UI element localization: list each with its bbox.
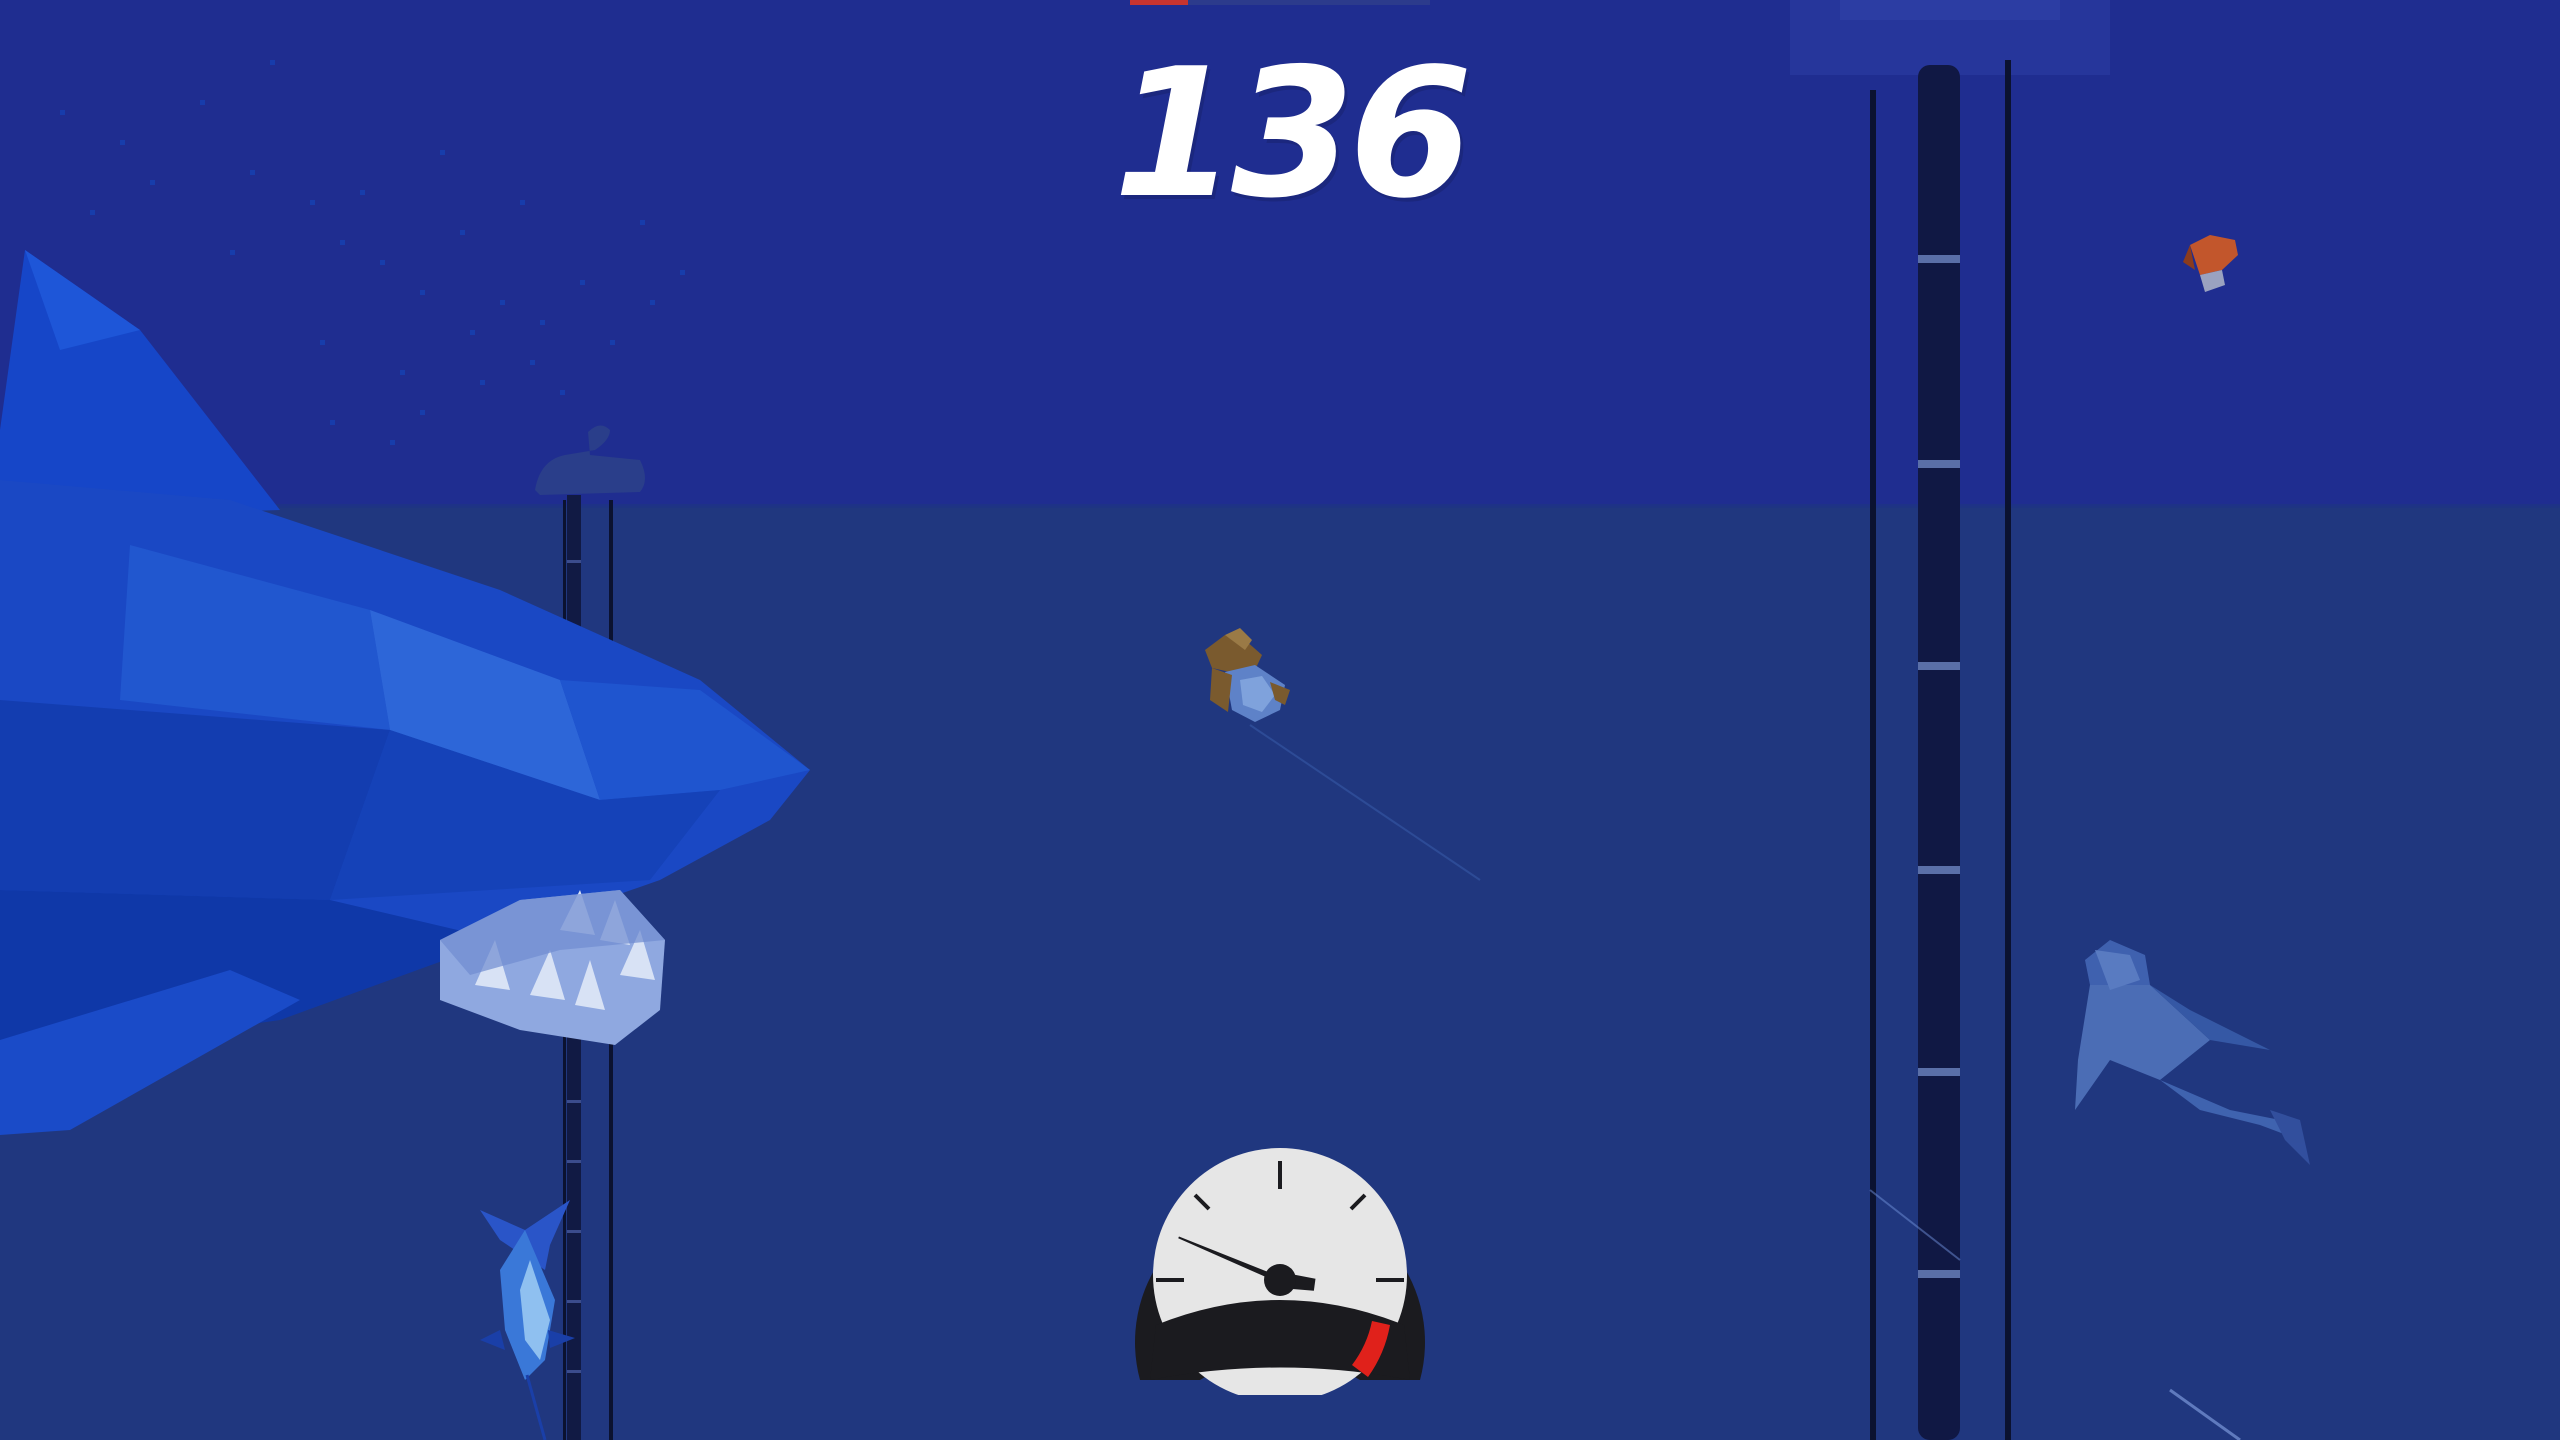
diver-player[interactable] [1205, 628, 1481, 881]
swordfish [480, 1200, 575, 1440]
gauge-hub [1264, 1264, 1296, 1296]
trail-2 [2169, 1388, 2241, 1440]
small-shark [2075, 940, 2310, 1165]
game-scene[interactable]: 136 [0, 0, 2560, 1440]
red-fish [2183, 235, 2238, 292]
pillar-right [1790, 0, 2110, 1440]
score-display: 136 [1113, 30, 1473, 237]
speedometer-gauge [1135, 1148, 1425, 1395]
giant-shark [0, 250, 810, 1135]
